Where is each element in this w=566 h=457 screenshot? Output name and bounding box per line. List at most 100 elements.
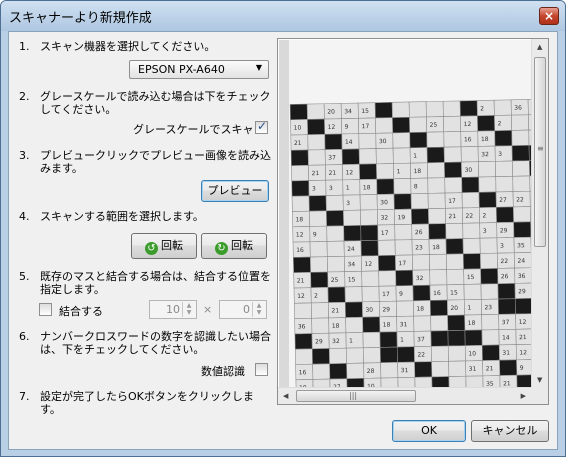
scroll-left-icon[interactable]: ◀ xyxy=(283,392,288,400)
vertical-scrollbar[interactable]: ▲ ≡ ▼ xyxy=(531,39,548,388)
black-cell xyxy=(360,240,379,257)
cancel-button[interactable]: キャンセル xyxy=(471,420,549,442)
white-cell xyxy=(443,131,462,148)
scroll-down-icon[interactable]: ▼ xyxy=(537,376,542,384)
black-cell xyxy=(409,131,428,149)
white-cell xyxy=(306,103,325,120)
cell-number: 20 xyxy=(450,305,458,312)
cell-number: 16 xyxy=(299,369,307,376)
cell-number: 34 xyxy=(347,261,355,268)
close-button[interactable]: × xyxy=(539,7,559,25)
cell-number: 30 xyxy=(380,199,388,206)
scroll-up-icon[interactable]: ▲ xyxy=(537,43,542,51)
black-cell xyxy=(311,348,330,365)
horizontal-scrollbar[interactable]: ◀ ||| ▶ xyxy=(278,387,531,404)
cell-number: 17 xyxy=(362,123,370,130)
stepper-arrows-icon[interactable]: ▲ ▼ xyxy=(252,302,265,317)
cell-number: 32 xyxy=(416,275,424,282)
white-cell xyxy=(446,268,465,286)
scroll-corner xyxy=(531,387,548,404)
cell-number: 17 xyxy=(448,198,456,205)
merge-checkbox[interactable] xyxy=(39,303,52,316)
cell-number: 23 xyxy=(484,304,492,311)
title-bar[interactable]: スキャナーより新規作成 × xyxy=(1,1,565,31)
white-cell xyxy=(358,132,377,150)
scan-preview-image[interactable]: 2034152362310129172512221143016183713232… xyxy=(279,40,531,388)
step-text: ナンバークロスワードの数字を認識したい場合は、下をチェックしてください。 xyxy=(40,330,271,356)
cell-number: 12 xyxy=(328,124,336,131)
cell-number: 35 xyxy=(517,242,525,249)
white-cell xyxy=(412,254,430,271)
black-cell xyxy=(445,238,464,255)
grayscale-checkbox[interactable]: ✓ xyxy=(255,119,268,134)
ok-button[interactable]: OK xyxy=(392,420,466,442)
cell-number: 32 xyxy=(332,338,340,345)
black-cell xyxy=(396,346,415,363)
cell-number: 21 xyxy=(331,307,339,314)
vertical-scroll-thumb[interactable]: ≡ xyxy=(534,57,546,247)
cell-number: 29 xyxy=(500,227,508,234)
preview-button[interactable]: プレビュー xyxy=(201,180,269,202)
black-cell xyxy=(481,344,500,361)
merge-x-stepper[interactable]: 10 ▲ ▼ xyxy=(149,300,197,319)
black-cell xyxy=(289,103,308,121)
black-cell xyxy=(393,193,412,210)
step-6: 6. ナンバークロスワードの数字を認識したい場合は、下をチェックしてください。 xyxy=(19,330,275,358)
scroll-right-icon[interactable]: ▶ xyxy=(521,392,526,400)
white-cell xyxy=(311,317,330,334)
cell-number: 15 xyxy=(348,276,356,283)
merge-y-stepper[interactable]: 0 ▲ ▼ xyxy=(219,300,267,319)
black-cell xyxy=(461,176,480,193)
cell-number: 15 xyxy=(450,290,458,297)
white-cell xyxy=(413,315,432,332)
white-cell xyxy=(426,131,445,148)
step-text: 既存のマスと結合する場合は、結合する位置を指定します。 xyxy=(40,270,271,296)
cell-number: 21 xyxy=(312,170,320,177)
cell-number: 10 xyxy=(468,350,476,357)
cell-number: 31 xyxy=(400,321,408,328)
white-cell xyxy=(394,224,413,241)
cell-number: 30 xyxy=(365,307,373,314)
cell-number: 14 xyxy=(502,334,510,341)
step-4: 4. スキャンする範囲を選択します。 xyxy=(19,210,275,224)
black-cell xyxy=(480,268,499,285)
white-cell xyxy=(428,208,446,225)
scanner-device-select[interactable]: EPSON PX-A640 ▼ xyxy=(129,60,269,79)
cell-number: 19 xyxy=(397,214,405,221)
cell-number: 21 xyxy=(448,213,456,220)
cell-number: 16 xyxy=(464,136,472,143)
white-cell xyxy=(479,237,498,254)
rotate-left-button[interactable]: ↺ 回転 xyxy=(131,233,197,259)
cell-number: 31 xyxy=(502,350,510,357)
scan-preview-pane[interactable]: 2034152362310129172512221143016183713232… xyxy=(277,38,549,405)
white-cell xyxy=(427,162,446,179)
white-cell xyxy=(512,175,531,192)
cell-number: 12 xyxy=(364,261,372,268)
crossword-grid: 2034152362310129172512221143016183713232… xyxy=(289,98,531,388)
ocr-checkbox[interactable] xyxy=(255,363,268,376)
cell-number: 1 xyxy=(400,337,404,344)
black-cell xyxy=(444,161,463,179)
white-cell xyxy=(380,362,399,379)
black-cell xyxy=(379,346,398,364)
step-number: 2. xyxy=(19,90,30,103)
cell-number: 34 xyxy=(344,108,352,115)
step-text: スキャン機器を選択してください。 xyxy=(40,40,216,53)
cell-number: 22 xyxy=(465,213,473,220)
white-cell xyxy=(463,283,482,301)
cell-number: 1 xyxy=(467,305,471,312)
cell-number: 9 xyxy=(345,124,349,131)
cell-number: 31 xyxy=(469,366,477,373)
black-cell xyxy=(376,178,395,195)
black-cell xyxy=(447,314,466,332)
white-cell xyxy=(444,177,463,194)
cell-number: 28 xyxy=(367,368,375,375)
white-cell xyxy=(410,193,429,210)
cell-number: 1 xyxy=(349,338,353,345)
cell-number: 25 xyxy=(331,277,339,284)
stepper-arrows-icon[interactable]: ▲ ▼ xyxy=(182,302,195,317)
cell-number: 18 xyxy=(295,216,303,223)
black-cell xyxy=(459,100,478,117)
rotate-right-button[interactable]: ↻ 回転 xyxy=(201,233,267,259)
horizontal-scroll-thumb[interactable]: ||| xyxy=(296,390,416,402)
